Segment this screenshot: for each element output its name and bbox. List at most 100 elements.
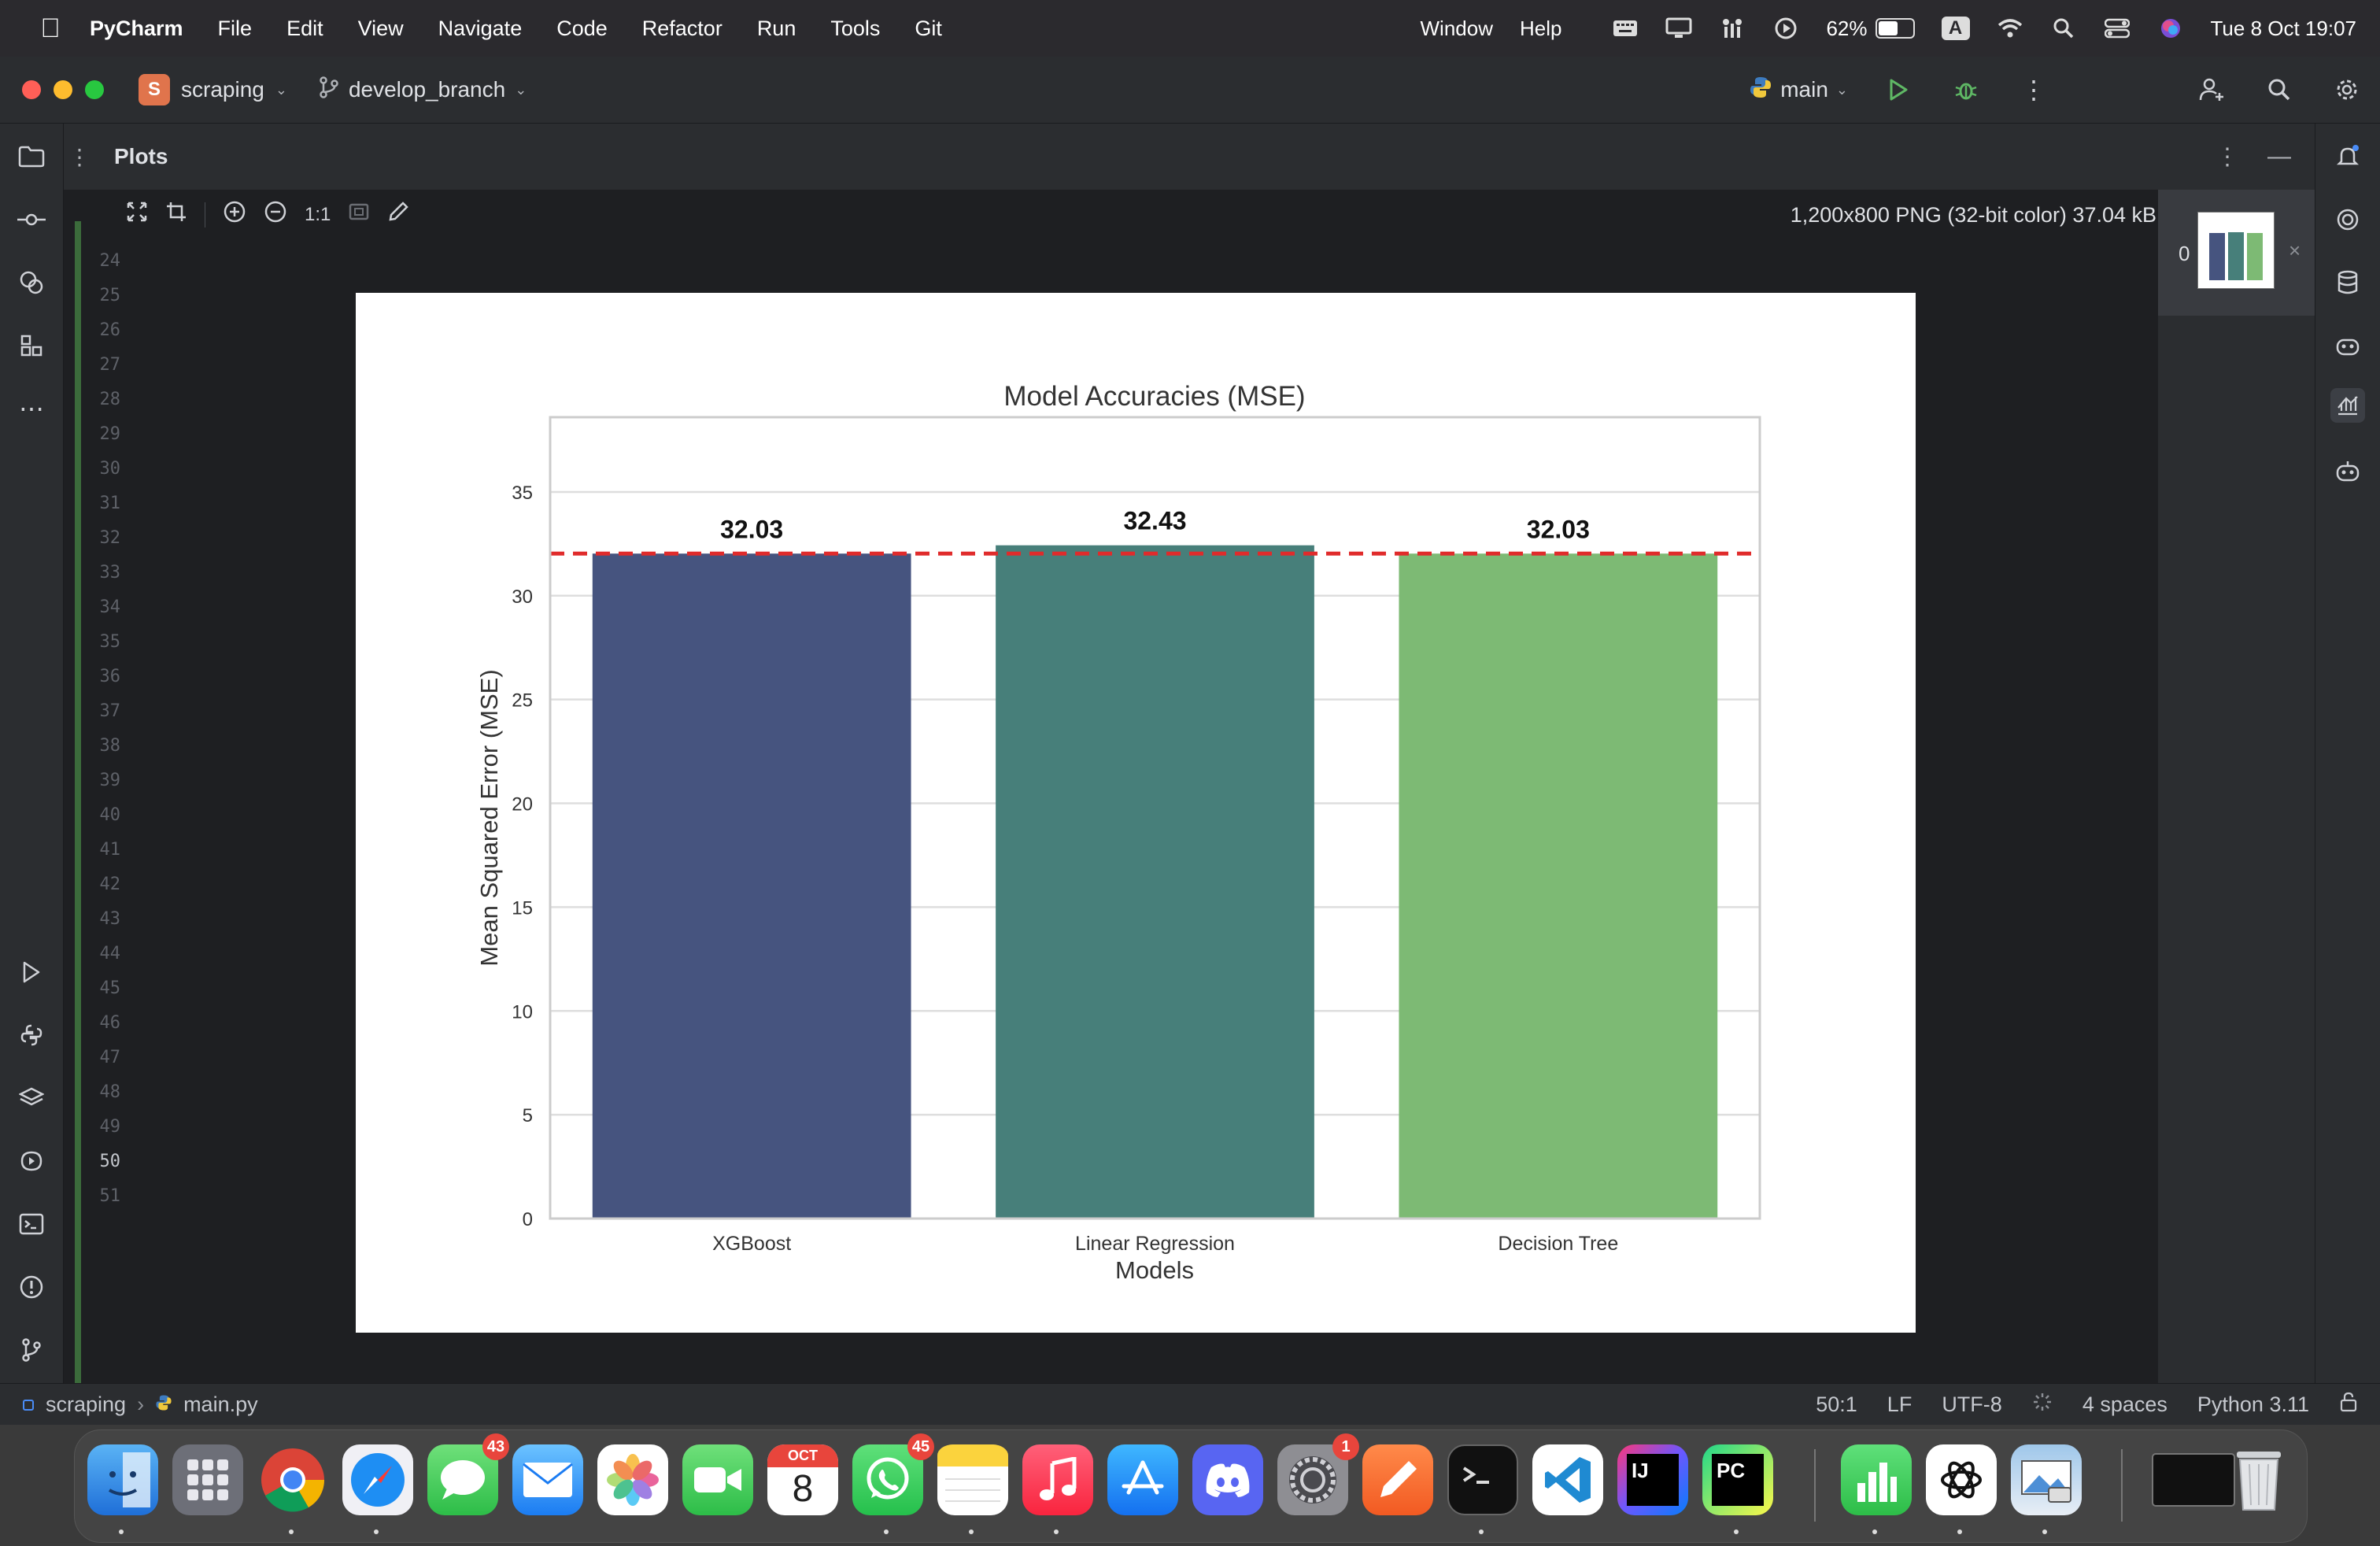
menu-clock[interactable]: Tue 8 Oct 19:07: [2211, 17, 2356, 41]
run-config-selector[interactable]: main ⌄: [1749, 76, 1848, 105]
app-store-icon[interactable]: [1107, 1444, 1178, 1515]
plots-tool-icon[interactable]: [2330, 388, 2365, 423]
mail-icon[interactable]: [512, 1444, 583, 1515]
menu-navigate[interactable]: Navigate: [421, 17, 540, 41]
menu-help[interactable]: Help: [1520, 17, 1561, 41]
keyboard-icon[interactable]: [1612, 17, 1639, 39]
chrome-icon[interactable]: [257, 1444, 328, 1515]
pycharm-icon[interactable]: PC: [1702, 1444, 1773, 1515]
numbers-icon[interactable]: [1841, 1444, 1912, 1515]
apple-menu-icon[interactable]: : [35, 13, 66, 44]
notifications-bell-icon[interactable]: [2330, 139, 2365, 174]
project-selector[interactable]: S scraping ⌄: [139, 74, 287, 105]
display-icon[interactable]: [1665, 17, 1692, 39]
zoom-in-icon[interactable]: [223, 200, 246, 229]
layers-icon[interactable]: [14, 1081, 49, 1115]
zoom-window-button[interactable]: [85, 80, 104, 99]
minimize-tool-window-icon[interactable]: —: [2267, 143, 2291, 171]
database-icon[interactable]: [2330, 265, 2365, 300]
add-collaborator-icon[interactable]: [2194, 72, 2229, 107]
menu-code[interactable]: Code: [539, 17, 625, 41]
system-settings-icon[interactable]: 1: [1277, 1433, 1359, 1515]
terminal-app-icon[interactable]: [1447, 1444, 1518, 1515]
branch-selector[interactable]: develop_branch ⌄: [319, 76, 527, 104]
close-window-button[interactable]: [22, 80, 41, 99]
indent-setting[interactable]: 4 spaces: [2082, 1393, 2168, 1417]
fit-zoom-icon[interactable]: [126, 201, 148, 228]
calendar-icon[interactable]: OCT 8: [767, 1444, 838, 1515]
control-center-icon[interactable]: [2104, 17, 2131, 39]
caret-position[interactable]: 50:1: [1816, 1393, 1857, 1417]
music-icon[interactable]: [1022, 1444, 1093, 1515]
messages-icon[interactable]: 43: [427, 1433, 509, 1515]
menu-edit[interactable]: Edit: [269, 17, 341, 41]
terminal-icon[interactable]: [14, 1207, 49, 1241]
fit-window-icon[interactable]: [348, 201, 370, 228]
menu-git[interactable]: Git: [897, 17, 959, 41]
project-folder-icon[interactable]: [14, 139, 49, 174]
zoom-out-icon[interactable]: [264, 200, 287, 229]
ai-assistant-icon[interactable]: [2330, 202, 2365, 237]
intellij-icon[interactable]: IJ: [1617, 1444, 1688, 1515]
vscode-icon[interactable]: [1532, 1444, 1603, 1515]
services-icon[interactable]: [14, 1144, 49, 1178]
menu-view[interactable]: View: [341, 17, 421, 41]
search-icon[interactable]: [2262, 72, 2297, 107]
file-encoding[interactable]: UTF-8: [1942, 1393, 2002, 1417]
commit-icon[interactable]: [14, 202, 49, 237]
debug-icon[interactable]: [1949, 72, 1983, 107]
breadcrumb-file[interactable]: main.py: [183, 1393, 258, 1417]
color-picker-icon[interactable]: [387, 201, 409, 228]
spotlight-search-icon[interactable]: [2050, 17, 2077, 39]
tool-options-icon[interactable]: ⋮: [64, 144, 95, 170]
run-icon[interactable]: [1881, 72, 1916, 107]
line-separator[interactable]: LF: [1887, 1393, 1913, 1417]
sketch-pen-icon[interactable]: [1362, 1444, 1433, 1515]
python-console-icon[interactable]: [14, 1018, 49, 1052]
facetime-icon[interactable]: [682, 1444, 753, 1515]
wifi-icon[interactable]: [1997, 17, 2023, 39]
run-tool-icon[interactable]: [14, 955, 49, 989]
menu-window[interactable]: Window: [1421, 17, 1493, 41]
battery-status[interactable]: 62%: [1826, 17, 1915, 41]
plugins-icon[interactable]: [14, 265, 49, 300]
version-control-icon[interactable]: [14, 1333, 49, 1367]
sciview-icon[interactable]: [2330, 454, 2365, 489]
menu-tools[interactable]: Tools: [813, 17, 897, 41]
copilot-icon[interactable]: [2330, 328, 2365, 363]
trash-icon[interactable]: [2223, 1444, 2294, 1515]
thumbnail-item[interactable]: 0 ×: [2158, 190, 2315, 316]
menu-file[interactable]: File: [201, 17, 270, 41]
more-actions-icon[interactable]: ⋮: [2016, 72, 2051, 107]
menu-app-name[interactable]: PyCharm: [66, 17, 201, 41]
chatgpt-icon[interactable]: [1926, 1444, 1997, 1515]
play-circle-icon[interactable]: [1772, 17, 1799, 39]
breadcrumb-project[interactable]: scraping: [46, 1393, 126, 1417]
siri-icon[interactable]: [2157, 17, 2184, 39]
activity-icon[interactable]: [1719, 17, 1746, 39]
preview-icon[interactable]: [2011, 1444, 2082, 1515]
menu-run[interactable]: Run: [740, 17, 814, 41]
discord-icon[interactable]: [1192, 1444, 1263, 1515]
minimize-window-button[interactable]: [54, 80, 72, 99]
problems-icon[interactable]: [14, 1270, 49, 1304]
actual-size-button[interactable]: 1:1: [305, 204, 331, 226]
safari-icon[interactable]: [342, 1444, 413, 1515]
settings-gear-icon[interactable]: [2330, 72, 2364, 107]
menu-refactor[interactable]: Refactor: [625, 17, 740, 41]
thumbnail-image[interactable]: [2197, 212, 2275, 289]
whatsapp-icon[interactable]: 45: [852, 1433, 934, 1515]
input-source-icon[interactable]: A: [1941, 17, 1970, 40]
toolbar-actions: main ⌄ ⋮: [1749, 57, 2364, 123]
structure-icon[interactable]: [14, 328, 49, 363]
lock-icon[interactable]: [2339, 1392, 2358, 1418]
photos-icon[interactable]: [597, 1444, 668, 1515]
python-interpreter[interactable]: Python 3.11: [2197, 1393, 2309, 1417]
close-thumbnail-icon[interactable]: ×: [2289, 239, 2301, 263]
launchpad-icon[interactable]: [172, 1444, 243, 1515]
crop-icon[interactable]: [165, 201, 187, 228]
notes-icon[interactable]: [937, 1444, 1008, 1515]
finder-icon[interactable]: [87, 1444, 158, 1515]
more-tools-icon[interactable]: ⋯: [14, 391, 49, 426]
tool-window-options-icon[interactable]: ⋮: [2216, 143, 2239, 171]
